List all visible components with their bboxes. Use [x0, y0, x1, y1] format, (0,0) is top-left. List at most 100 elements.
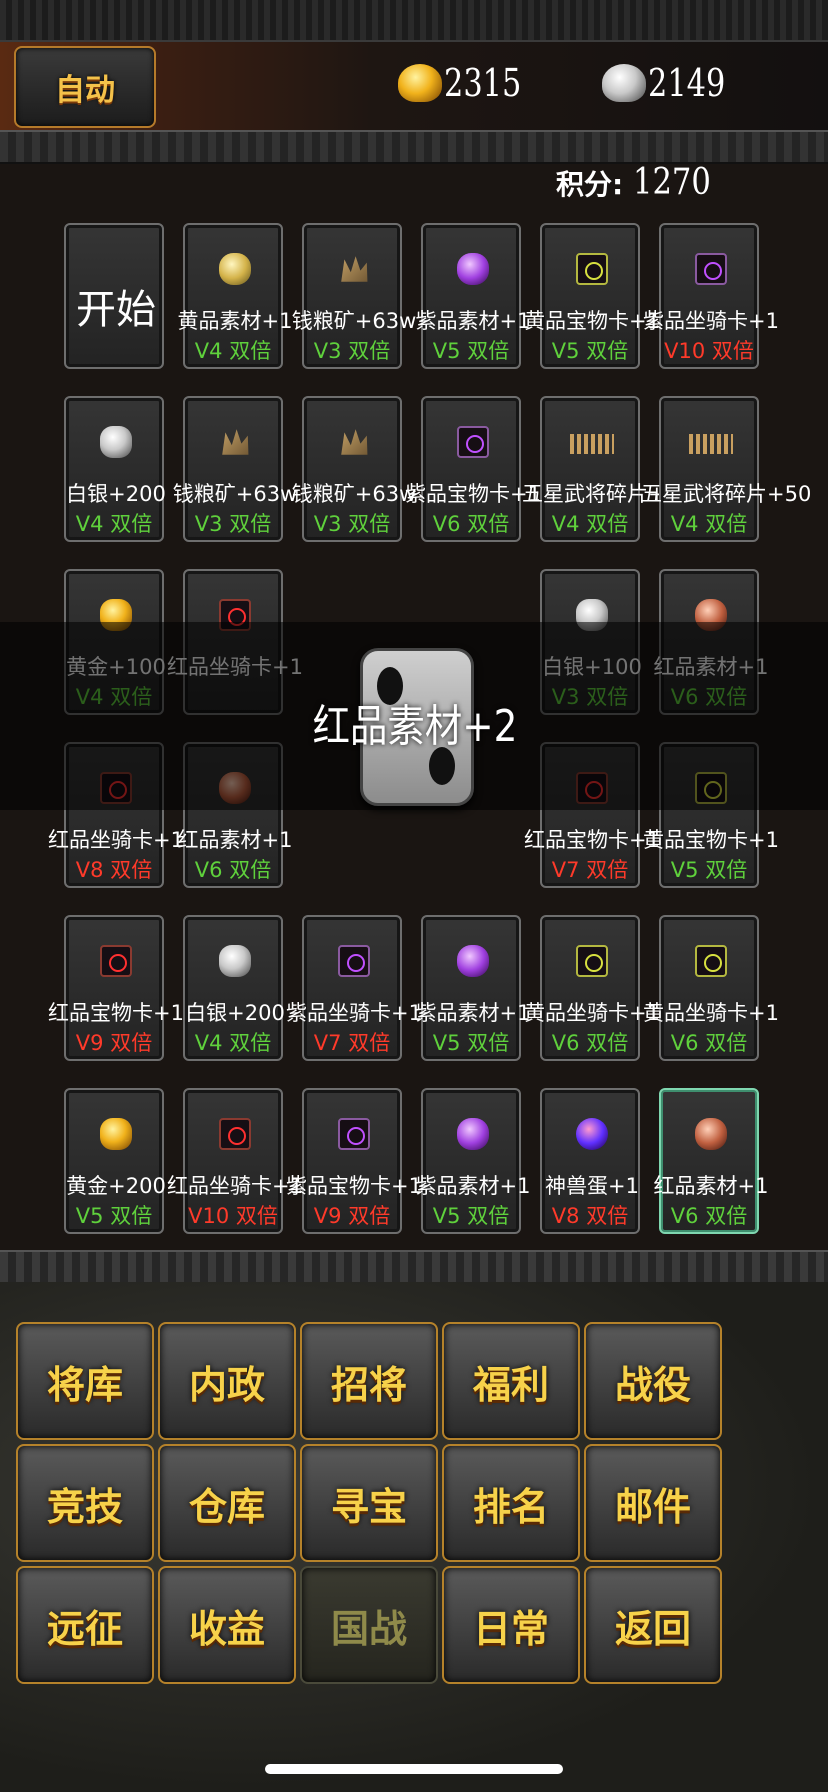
board-cell[interactable]: 紫品坐骑卡+1 V10 双倍	[643, 223, 779, 369]
cell-label: 黄品坐骑卡+1	[643, 1001, 779, 1025]
board-cell[interactable]: 神兽蛋+1 V8 双倍	[540, 1088, 640, 1234]
menu-button[interactable]: 福利	[442, 1322, 580, 1440]
gold-ingot-icon	[398, 64, 442, 102]
cell-label: 黄品宝物卡+1	[643, 828, 779, 852]
silver-amount: 2149	[648, 61, 726, 105]
cell-multiplier: V8 双倍	[551, 1204, 629, 1228]
purple-card-icon	[338, 1118, 370, 1150]
cell-multiplier: V5 双倍	[670, 858, 748, 882]
board-cell[interactable]: 钱粮矿+63w V3 双倍	[292, 396, 416, 542]
grain-icon	[341, 429, 368, 455]
menu-button[interactable]: 竞技	[16, 1444, 154, 1562]
menu-button[interactable]: 战役	[584, 1322, 722, 1440]
board-cell[interactable]: 白银+200 V4 双倍	[183, 915, 285, 1061]
cell-multiplier: V6 双倍	[194, 858, 272, 882]
cell-label: 五星武将碎片+50	[641, 482, 812, 506]
cell-multiplier: V6 双倍	[432, 512, 510, 536]
general-shards-icon	[570, 434, 614, 454]
purple-card-icon	[695, 253, 727, 285]
menu-button[interactable]: 将库	[16, 1322, 154, 1440]
cell-multiplier: V5 双倍	[75, 1204, 153, 1228]
board-cell[interactable]: 黄品坐骑卡+1 V6 双倍	[643, 915, 779, 1061]
menu-button[interactable]: 邮件	[584, 1444, 722, 1562]
main-menu: 将库 内政 招将 福利 战役竞技 仓库 寻宝 排名 邮件远征 收益 国战 日常 返回	[0, 1282, 828, 1792]
menu-button[interactable]: 返回	[584, 1566, 722, 1684]
cell-multiplier: V6 双倍	[670, 1031, 748, 1055]
cell-multiplier: V6 双倍	[551, 1031, 629, 1055]
menu-button[interactable]: 寻宝	[300, 1444, 438, 1562]
board-cell[interactable]: 紫品宝物卡+1 V9 双倍	[286, 1088, 422, 1234]
silver-ingot-icon	[100, 426, 132, 458]
cell-multiplier: V9 双倍	[313, 1204, 391, 1228]
board-cell[interactable]: 五星武将碎片+50 V4 双倍	[522, 396, 692, 542]
red-card-icon	[100, 945, 132, 977]
menu-button[interactable]: 招将	[300, 1322, 438, 1440]
board-cell[interactable]: 紫品宝物卡+1 V6 双倍	[405, 396, 541, 542]
menu-button[interactable]: 收益	[158, 1566, 296, 1684]
board-cell[interactable]: 紫品素材+1 V5 双倍	[416, 223, 530, 369]
cell-multiplier: V5 双倍	[432, 1031, 510, 1055]
cell-multiplier: V4 双倍	[75, 512, 153, 536]
silver-ingot-icon	[219, 945, 251, 977]
yellow-ore-icon	[219, 253, 251, 285]
purple-card-icon	[338, 945, 370, 977]
cell-multiplier: V7 双倍	[551, 858, 629, 882]
board-cell[interactable]: 紫品坐骑卡+1 V7 双倍	[286, 915, 422, 1061]
cell-multiplier: V6 双倍	[670, 1204, 748, 1228]
auto-button[interactable]: 自动	[14, 46, 156, 128]
cell-multiplier: V7 双倍	[313, 1031, 391, 1055]
cell-multiplier: V3 双倍	[313, 512, 391, 536]
board-cell[interactable]: 钱粮矿+63w V3 双倍	[292, 223, 416, 369]
board-cell[interactable]: 紫品素材+1 V5 双倍	[416, 1088, 530, 1234]
board-cell[interactable]: 黄品素材+1 V4 双倍	[178, 223, 292, 369]
cell-multiplier: V5 双倍	[432, 1204, 510, 1228]
beast-egg-icon	[576, 1118, 608, 1150]
menu-button[interactable]: 远征	[16, 1566, 154, 1684]
menu-button[interactable]: 国战	[300, 1566, 438, 1684]
menu-button[interactable]: 内政	[158, 1322, 296, 1440]
general-shards-icon	[689, 434, 733, 454]
gold-ingot-icon	[100, 1118, 132, 1150]
cell-multiplier: V9 双倍	[75, 1031, 153, 1055]
purple-ore-icon	[457, 253, 489, 285]
menu-button[interactable]: 仓库	[158, 1444, 296, 1562]
header-ornament-strip	[0, 130, 828, 164]
board-cell[interactable]: 黄金+200 V5 双倍	[64, 1088, 166, 1234]
purple-card-icon	[457, 426, 489, 458]
home-indicator[interactable]	[265, 1764, 563, 1774]
gold-counter: 2315	[398, 58, 541, 108]
cell-multiplier: V10 双倍	[664, 339, 754, 363]
cell-multiplier: V5 双倍	[432, 339, 510, 363]
silver-counter: 2149	[602, 58, 745, 108]
cell-multiplier: V3 双倍	[194, 512, 272, 536]
cell-multiplier: V10 双倍	[188, 1204, 278, 1228]
cell-label: 红品素材+1	[177, 828, 293, 852]
board-cell[interactable]: 黄品宝物卡+1 V5 双倍	[524, 223, 660, 369]
menu-button[interactable]: 日常	[442, 1566, 580, 1684]
yellow-card-icon	[576, 945, 608, 977]
cell-multiplier: V4 双倍	[194, 339, 272, 363]
board-cell[interactable]: 五星武将碎片+50 V4 双倍	[641, 396, 811, 542]
menu-divider	[0, 1250, 828, 1284]
board-cell[interactable]: 红品宝物卡+1 V9 双倍	[48, 915, 184, 1061]
cell-multiplier: V5 双倍	[551, 339, 629, 363]
purple-ore-icon	[457, 945, 489, 977]
board-cell[interactable]: 钱粮矿+63w V3 双倍	[173, 396, 297, 542]
board-cell[interactable]: 紫品素材+1 V5 双倍	[416, 915, 530, 1061]
cell-label: 紫品坐骑卡+1	[643, 309, 779, 333]
top-ornament-strip	[0, 0, 828, 42]
cell-multiplier: V4 双倍	[551, 512, 629, 536]
silver-ingot-icon	[602, 64, 646, 102]
cell-multiplier: V8 双倍	[75, 858, 153, 882]
purple-ore-icon	[457, 1118, 489, 1150]
cell-multiplier: V4 双倍	[670, 512, 748, 536]
gold-amount: 2315	[444, 61, 522, 105]
cell-multiplier: V3 双倍	[313, 339, 391, 363]
board-start-cell[interactable]: 开始	[64, 223, 164, 369]
board-cell[interactable]: 红品素材+1 V6 双倍	[654, 1088, 768, 1234]
menu-button[interactable]: 排名	[442, 1444, 580, 1562]
board-cell[interactable]: 白银+200 V4 双倍	[64, 396, 166, 542]
board-cell[interactable]: 红品坐骑卡+1 V10 双倍	[167, 1088, 303, 1234]
red-ore-icon	[695, 1118, 727, 1150]
board-cell[interactable]: 黄品坐骑卡+1 V6 双倍	[524, 915, 660, 1061]
